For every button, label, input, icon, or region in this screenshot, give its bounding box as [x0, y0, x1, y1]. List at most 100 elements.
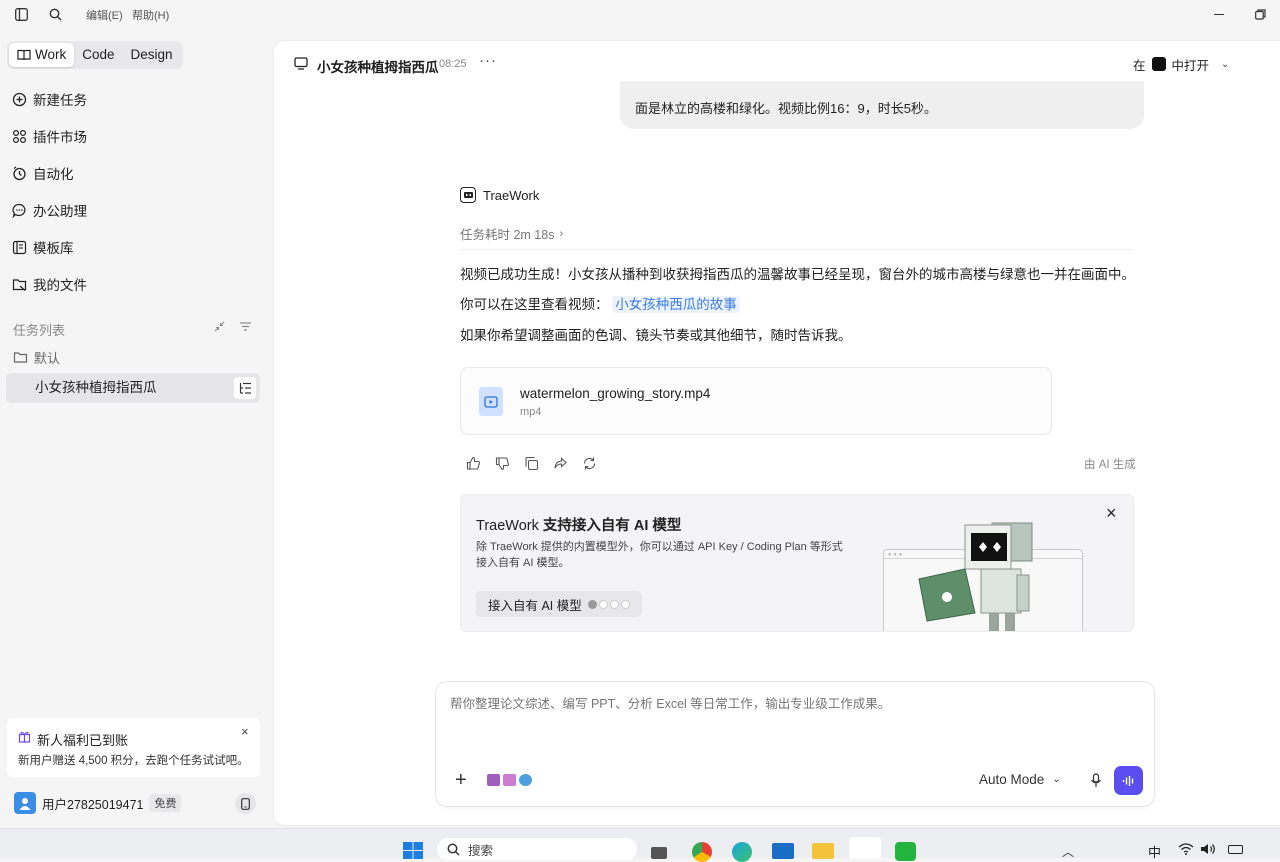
- user-message-bubble: 面是林立的高楼和绿化。视频比例16：9，时长5秒。: [620, 81, 1144, 129]
- plan-badge: 免费: [149, 794, 182, 812]
- file-card[interactable]: watermelon_growing_story.mp4 mp4: [460, 367, 1052, 435]
- user-name: 用户27825019471: [42, 797, 144, 812]
- share-icon[interactable]: [553, 456, 568, 471]
- folder-default-label: 默认: [34, 351, 61, 366]
- regenerate-icon[interactable]: [582, 456, 597, 471]
- more-icon[interactable]: ···: [479, 52, 497, 69]
- chevron-right-icon: ›: [559, 227, 564, 240]
- mode-work-label: Work: [35, 47, 67, 62]
- reply-paragraph-1: 视频已成功生成！小女孩从播种到收获拇指西瓜的温馨故事已经呈现，窗台外的城市高楼与…: [460, 267, 1135, 282]
- open-in-label: 中打开: [1171, 58, 1210, 73]
- folder-default[interactable]: 默认: [13, 348, 60, 367]
- promo-body: 新用户赠送 4,500 积分，去跑个任务试试吧。: [18, 755, 249, 767]
- video-file-icon: [479, 387, 503, 416]
- mode-code[interactable]: Code: [74, 43, 122, 67]
- book-icon: [17, 49, 31, 61]
- model-logos-icon: [587, 599, 630, 609]
- tray-chevron-icon[interactable]: ︿: [1062, 843, 1074, 860]
- chat-icon: [12, 203, 26, 218]
- voice-send-button[interactable]: [1114, 766, 1143, 795]
- prompt-input[interactable]: [450, 697, 1140, 711]
- chrome-icon[interactable]: [692, 842, 712, 862]
- banner-close-icon[interactable]: ×: [1106, 503, 1117, 524]
- task-view-icon[interactable]: [651, 847, 667, 859]
- message-actions: [466, 456, 597, 471]
- connect-model-label: 接入自有 AI 模型: [488, 598, 582, 613]
- connect-model-button[interactable]: 接入自有 AI 模型: [476, 591, 642, 617]
- mode-work[interactable]: Work: [9, 43, 75, 67]
- add-attachment-icon[interactable]: +: [455, 770, 467, 790]
- ime-indicator[interactable]: 中: [1148, 842, 1161, 861]
- title-time: 08:25: [439, 58, 467, 70]
- microphone-icon[interactable]: [1090, 773, 1102, 788]
- media-tools-icon[interactable]: [487, 774, 532, 786]
- wechat-icon[interactable]: [895, 842, 916, 861]
- nav-assistant[interactable]: 办公助理: [12, 200, 87, 220]
- waveform-icon: [1122, 775, 1134, 786]
- open-in-button[interactable]: 在 中打开 ⌄: [1125, 51, 1247, 77]
- volume-icon[interactable]: [1200, 843, 1216, 855]
- user-row[interactable]: 用户27825019471 免费: [14, 792, 182, 814]
- explorer-icon[interactable]: [812, 843, 834, 859]
- agent-name: TraeWork: [483, 188, 540, 203]
- windows-start-icon[interactable]: [403, 842, 423, 859]
- video-link[interactable]: 小女孩种西瓜的故事: [612, 296, 740, 313]
- open-in-prefix: 在: [1133, 58, 1146, 73]
- divider: [460, 249, 1134, 250]
- battery-icon: [1228, 845, 1243, 854]
- file-type: mp4: [520, 406, 542, 418]
- filter-icon[interactable]: [239, 320, 252, 333]
- task-duration[interactable]: 任务耗时 2m 18s ›: [460, 224, 563, 243]
- banner-title: TraeWork 支持接入自有 AI 模型: [476, 514, 681, 535]
- mode-selector[interactable]: Auto Mode ⌄: [979, 772, 1061, 787]
- taskbar: 搜索 ︿ 中: [0, 828, 1280, 862]
- task-outline-icon[interactable]: [234, 377, 256, 399]
- mail-icon[interactable]: [772, 843, 794, 859]
- new-task-icon: [12, 92, 27, 106]
- menu-edit[interactable]: 编辑(E): [86, 7, 123, 23]
- page-title: 小女孩种植拇指西瓜: [317, 60, 439, 75]
- taskbar-search[interactable]: 搜索: [437, 838, 637, 860]
- task-item-active[interactable]: 小女孩种植拇指西瓜: [6, 373, 260, 403]
- agent-logo-icon: [460, 187, 476, 203]
- plugin-icon: [12, 129, 27, 143]
- menu-help[interactable]: 帮助(H): [132, 7, 169, 23]
- nav-automation[interactable]: 自动化: [12, 163, 74, 183]
- mode-design[interactable]: Design: [123, 43, 181, 67]
- nav-my-files[interactable]: 我的文件: [12, 274, 87, 294]
- task-item-label: 小女孩种植拇指西瓜: [35, 380, 157, 395]
- sidebar: Work Code Design 新建任务 插件市场 自动化 办公助理 模板库 …: [0, 30, 272, 828]
- search-icon[interactable]: [49, 8, 62, 21]
- composer: + Auto Mode ⌄: [435, 681, 1155, 807]
- app-icon: [1151, 57, 1166, 71]
- chevron-down-icon: ⌄: [1221, 58, 1230, 70]
- nav-plugins-label: 插件市场: [33, 130, 87, 145]
- task-duration-label: 任务耗时 2m 18s: [460, 228, 555, 242]
- thumbs-down-icon[interactable]: [495, 456, 510, 471]
- title-bar: 编辑(E) 帮助(H): [0, 0, 1280, 30]
- taskbar-search-label: 搜索: [468, 843, 494, 858]
- thumbs-up-icon[interactable]: [466, 456, 481, 471]
- mobile-icon[interactable]: [235, 793, 256, 814]
- promo-title: 新人福利已到账: [37, 733, 129, 748]
- minimize-icon[interactable]: [1214, 14, 1224, 16]
- copy-icon[interactable]: [524, 456, 539, 471]
- sidebar-toggle-icon[interactable]: [15, 8, 28, 21]
- reply-paragraph-2-text: 你可以在这里查看视频：: [460, 297, 609, 312]
- nav-assistant-label: 办公助理: [33, 204, 87, 219]
- nav-plugins[interactable]: 插件市场: [12, 126, 87, 146]
- nav-templates[interactable]: 模板库: [12, 237, 74, 257]
- folder-icon: [13, 352, 28, 363]
- traework-taskbar-icon[interactable]: [849, 837, 881, 859]
- wifi-icon[interactable]: [1178, 843, 1194, 855]
- nav-new-task[interactable]: 新建任务: [12, 89, 87, 109]
- collapse-icon[interactable]: [213, 320, 226, 333]
- template-icon: [12, 240, 27, 254]
- promo-card: 新人福利已到账 新用户赠送 4,500 积分，去跑个任务试试吧。 ×: [7, 718, 260, 777]
- edge-icon[interactable]: [732, 842, 752, 862]
- nav-automation-label: 自动化: [33, 167, 74, 182]
- promo-close-icon[interactable]: ×: [241, 724, 249, 739]
- nav-new-task-label: 新建任务: [33, 93, 87, 108]
- restore-icon[interactable]: [1255, 9, 1266, 20]
- file-name: watermelon_growing_story.mp4: [520, 386, 711, 401]
